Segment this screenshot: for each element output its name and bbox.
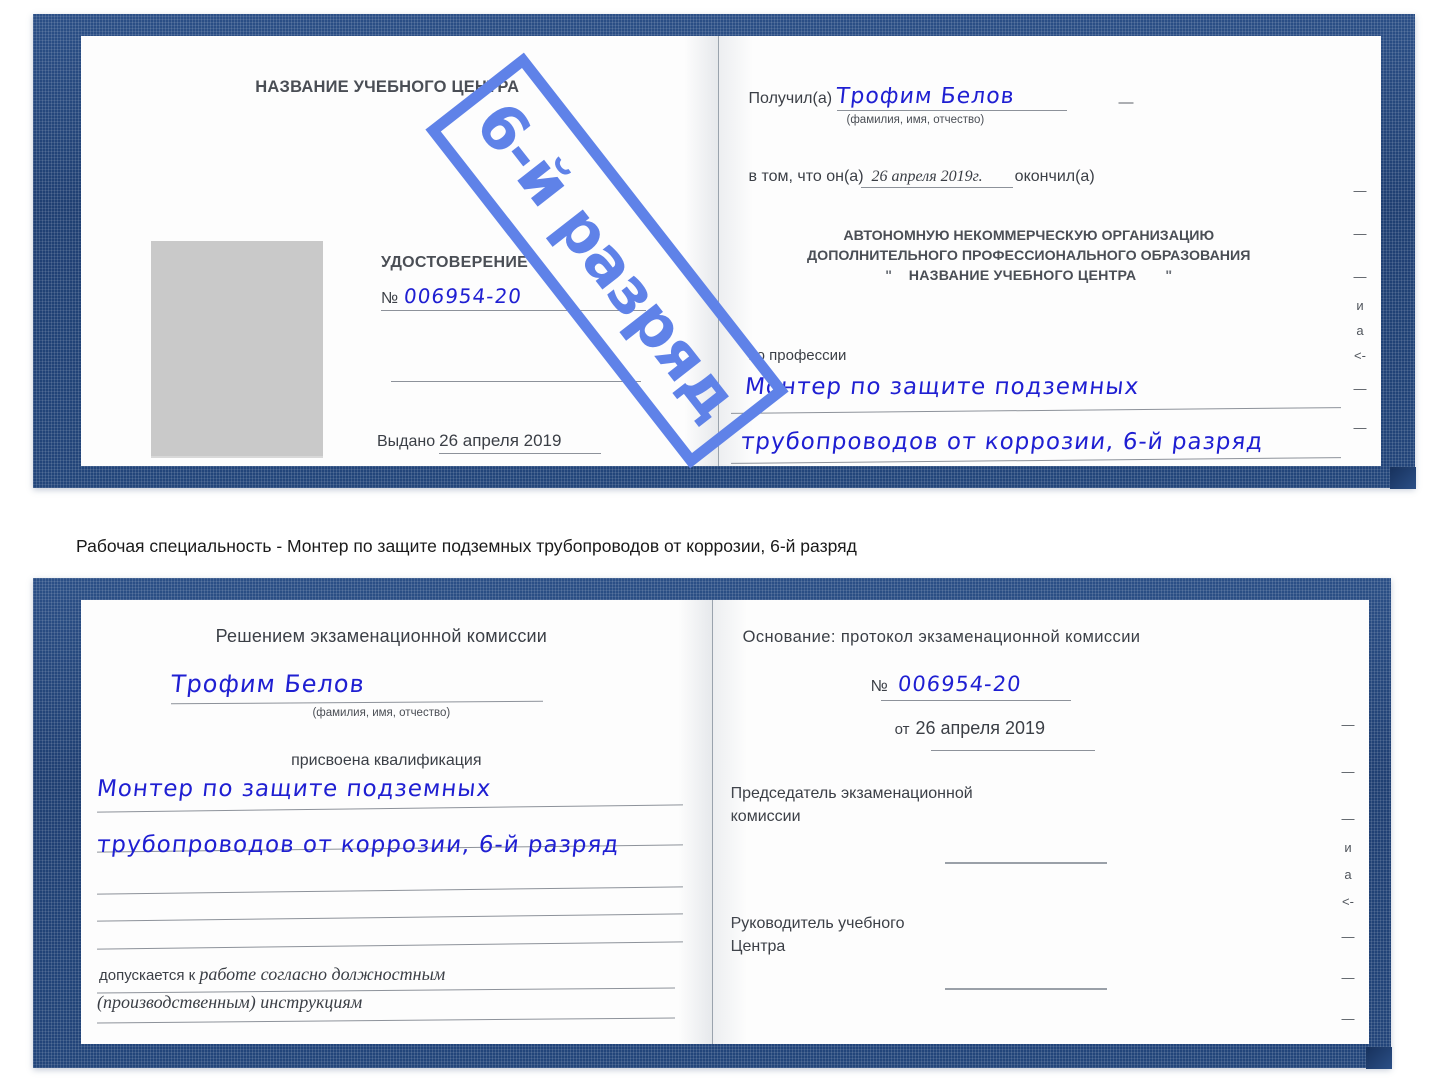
profession-handwriting-line-2: трубопроводов от коррозии, 6-й разряд <box>739 429 1265 455</box>
qualification-handwriting-line-2: трубопроводов от коррозии, 6-й разряд <box>95 832 621 858</box>
protocol-date-underline <box>930 750 1095 751</box>
protocol-number-value: 006954-20 <box>896 672 1023 696</box>
issue-date-field: Выдано 26 апреля 2019 <box>377 431 601 454</box>
holder-name-underline <box>171 700 543 705</box>
org-line-3-wrapper: " НАЗВАНИЕ УЧЕБНОГО ЦЕНТРА " <box>737 266 1321 286</box>
protocol-number-underline <box>880 700 1071 701</box>
dash-mark: — <box>1118 94 1134 111</box>
issued-underline <box>439 453 601 454</box>
edge-mark: <- <box>1354 348 1366 363</box>
certificate-book-bottom: Решением экзаменационной комиссии Трофим… <box>33 578 1392 1069</box>
blank-underline <box>391 381 641 382</box>
edge-mark: — <box>1353 183 1367 198</box>
edge-mark: — <box>1341 811 1355 826</box>
completion-date-underline <box>860 187 1013 188</box>
ruled-line <box>97 804 683 813</box>
profession-underline-2 <box>730 457 1341 464</box>
issued-label: Выдано <box>377 433 436 450</box>
protocol-date-value: 26 апреля 2019 <box>915 718 1046 738</box>
certificate-top-right-page: Получил(а) Трофим Белов (фамилия, имя, от… <box>717 36 1381 466</box>
certificate-number-field: № 006954-20 <box>381 284 646 311</box>
edge-mark: — <box>1353 381 1367 396</box>
completion-date-field: в том, что он(а) 26 апреля 2019г. окончил(… <box>749 168 1095 188</box>
edge-mark: — <box>1341 764 1355 779</box>
edge-mark: а <box>1356 323 1364 338</box>
quote-close: " <box>1165 268 1173 285</box>
chairman-block: Председатель экзаменационной комиссии <box>731 782 973 828</box>
chairman-line-2: комиссии <box>730 808 801 826</box>
admitted-value-line-2: (производственным) инструкциям <box>97 992 363 1012</box>
certificate-book-top: НАЗВАНИЕ УЧЕБНОГО ЦЕНТРА М.П. УДОСТОВЕРЕ… <box>33 14 1416 489</box>
edge-mark: и <box>1356 298 1364 313</box>
ruled-line <box>97 886 683 895</box>
certificate-number-value: 006954-20 <box>402 284 524 308</box>
basis-label: Основание: протокол экзаменационной коми… <box>742 628 1141 646</box>
document-type-label: УДОСТОВЕРЕНИЕ <box>381 254 529 271</box>
recipient-label: Получил(а) <box>748 90 833 107</box>
edge-mark: — <box>1341 970 1355 985</box>
head-block: Руководитель учебного Центра <box>731 912 905 958</box>
holder-name-value: Трофим Белов <box>169 670 367 698</box>
page-edge-marks-bottom: — — — и а <- — — — <box>1337 600 1359 1044</box>
number-underline <box>381 310 646 311</box>
certificate-top-spread: НАЗВАНИЕ УЧЕБНОГО ЦЕНТРА М.П. УДОСТОВЕРЕ… <box>81 36 1381 466</box>
edge-mark: — <box>1341 717 1355 732</box>
edge-mark: — <box>1341 1011 1355 1026</box>
edge-mark: <- <box>1342 894 1354 909</box>
image-caption: Рабочая специальность - Монтер по защите… <box>76 536 857 556</box>
org-line-2: ДОПОЛНИТЕЛЬНОГО ПРОФЕССИОНАЛЬНОГО ОБРАЗО… <box>807 248 1251 265</box>
cover-corner-notch-bottom <box>1366 1047 1392 1069</box>
ruled-line <box>97 941 683 950</box>
edge-mark: — <box>1353 226 1367 241</box>
head-signature-line <box>944 988 1107 990</box>
certificate-top-left-page: НАЗВАНИЕ УЧЕБНОГО ЦЕНТРА М.П. УДОСТОВЕРЕ… <box>81 36 718 466</box>
admitted-label: допускается к <box>99 967 196 984</box>
training-center-name-heading: НАЗВАНИЕ УЧЕБНОГО ЦЕНТРА <box>255 78 520 96</box>
org-line-1: АВТОНОМНУЮ НЕКОММЕРЧЕСКУЮ ОРГАНИЗАЦИЮ <box>843 228 1215 244</box>
profession-handwriting-line-1: Монтер по защите подземных <box>743 374 1141 400</box>
qualification-label: присвоена квалификация <box>291 752 482 769</box>
certificate-bottom-spread: Решением экзаменационной комиссии Трофим… <box>81 600 1369 1044</box>
number-symbol: № <box>381 290 399 307</box>
completion-prefix-label: в том, что он(а) <box>748 168 864 185</box>
issued-date-value: 26 апреля 2019 <box>439 431 562 450</box>
completion-suffix-label: окончил(а) <box>1014 168 1095 185</box>
fio-hint-bottom: (фамилия, имя, отчество) <box>312 707 451 719</box>
quote-open: " <box>885 268 893 285</box>
edge-mark: — <box>1341 929 1355 944</box>
profession-label: по профессии <box>748 347 847 364</box>
edge-mark: — <box>1354 460 1367 466</box>
chairman-signature-line <box>944 862 1107 864</box>
fio-hint-top: (фамилия, имя, отчество) <box>846 114 985 126</box>
page-edge-marks-top: — — — и а <- — — — <box>1349 36 1371 466</box>
commission-decision-title: Решением экзаменационной комиссии <box>215 626 548 646</box>
ruled-line <box>97 913 683 922</box>
admitted-field: допускается к работе согласно должностны… <box>99 964 445 985</box>
certificate-bottom-right-page: Основание: протокол экзаменационной коми… <box>711 600 1369 1044</box>
edge-mark: — <box>1353 420 1367 435</box>
org-line-3: НАЗВАНИЕ УЧЕБНОГО ЦЕНТРА <box>908 268 1137 285</box>
cover-corner-notch <box>1390 467 1416 489</box>
protocol-date-label: от <box>894 721 910 738</box>
head-line-1: Руководитель учебного <box>730 915 905 932</box>
certificate-bottom-left-page: Решением экзаменационной комиссии Трофим… <box>81 600 712 1044</box>
completion-date-value: 26 апреля 2019г. <box>871 168 983 185</box>
organization-block: АВТОНОМНУЮ НЕКОММЕРЧЕСКУЮ ОРГАНИЗАЦИЮ ДО… <box>737 226 1321 286</box>
recipient-field: Получил(а) Трофим Белов <box>749 84 1067 111</box>
protocol-date-field: от 26 апреля 2019 <box>895 718 1045 739</box>
profession-underline-1 <box>730 407 1341 414</box>
qualification-handwriting-line-1: Монтер по защите подземных <box>95 776 493 802</box>
head-line-2: Центра <box>730 938 786 956</box>
chairman-line-1: Председатель экзаменационной <box>730 785 973 802</box>
photo-placeholder <box>151 241 323 458</box>
protocol-number-field: № 006954-20 <box>870 672 1023 696</box>
recipient-underline <box>836 110 1067 111</box>
admitted-value-line-1: работе согласно должностным <box>199 964 446 984</box>
recipient-name-value: Трофим Белов <box>834 84 1017 109</box>
protocol-number-symbol: № <box>870 678 888 695</box>
admitted-underline-2 <box>97 1017 675 1024</box>
edge-mark: а <box>1344 867 1352 882</box>
edge-mark: и <box>1344 840 1352 855</box>
edge-mark: — <box>1353 269 1367 284</box>
